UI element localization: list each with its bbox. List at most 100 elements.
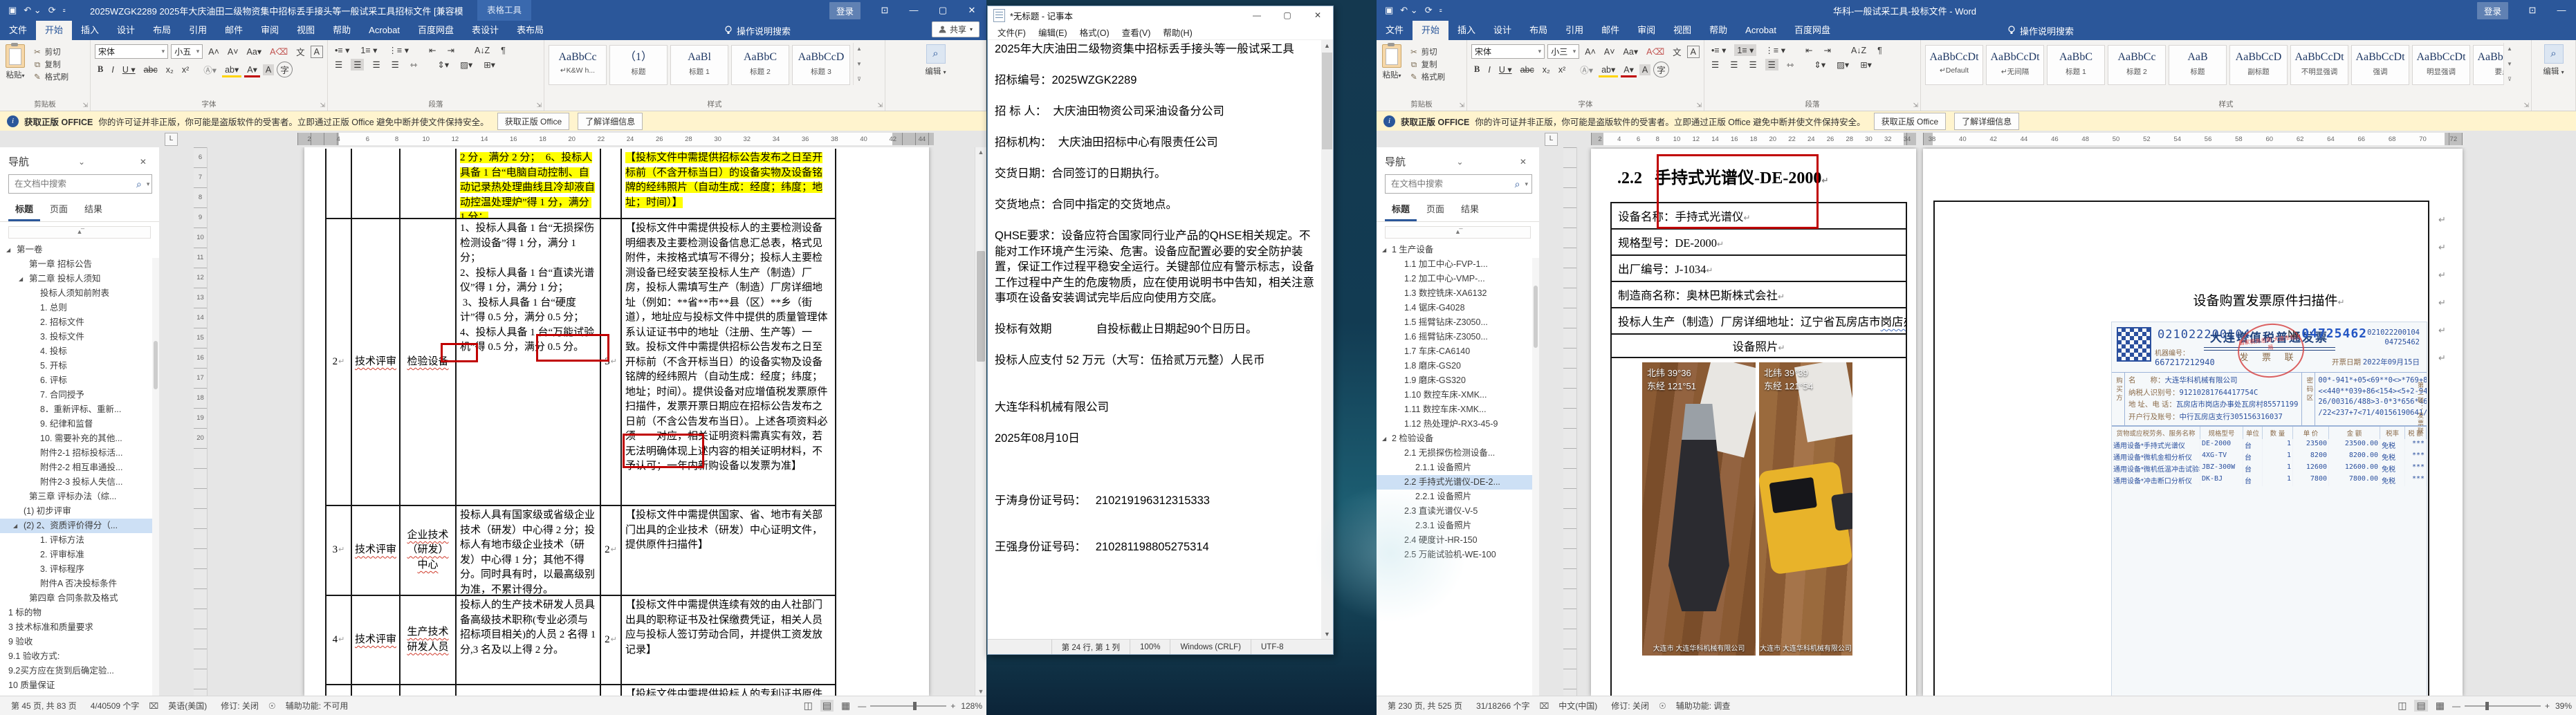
- track-changes-indicator[interactable]: 修订: 关闭: [1604, 700, 1656, 712]
- redo-icon[interactable]: ⟳: [1425, 5, 1433, 16]
- nav-heading-item[interactable]: 附件2-1 招标投标活...: [0, 446, 159, 461]
- tab-selector[interactable]: L: [165, 133, 178, 146]
- increase-indent-button[interactable]: ⇥: [444, 44, 457, 56]
- bold-button[interactable]: B: [95, 64, 106, 75]
- cell-score[interactable]: 3: [601, 219, 622, 505]
- char-border-button[interactable]: A: [310, 45, 323, 58]
- share-button[interactable]: 共享 ▾: [931, 21, 979, 37]
- style-chip[interactable]: AaBbCcDt ↵无间隔: [1986, 45, 2044, 85]
- paste-button[interactable]: 粘贴▾: [1382, 43, 1401, 80]
- menu-item[interactable]: 文件(F): [992, 26, 1031, 39]
- nav-search-box[interactable]: ⌕▾: [1385, 174, 1532, 194]
- ribbon-tab[interactable]: 百度网盘: [1785, 21, 1839, 40]
- bullets-button[interactable]: •≡ ▾: [1709, 44, 1729, 56]
- style-chip[interactable]: AaBbC 标题 2: [731, 45, 789, 85]
- sort-button[interactable]: A↓Z: [472, 45, 493, 56]
- signin-button[interactable]: 登录: [829, 1, 861, 19]
- nav-tab[interactable]: 页面: [43, 199, 75, 221]
- increase-indent-button[interactable]: ⇥: [1821, 44, 1833, 56]
- font-color-button[interactable]: A▾: [244, 64, 260, 75]
- read-mode-icon[interactable]: ◫: [802, 700, 815, 712]
- nav-heading-item[interactable]: 附件2-2 相互串通投...: [0, 461, 159, 475]
- nav-heading-item[interactable]: ◢ 第二章 投标人须知: [0, 272, 159, 286]
- char-border-button[interactable]: A: [1686, 45, 1700, 58]
- cell-review-type[interactable]: 技术评审: [352, 219, 401, 505]
- align-center-button[interactable]: ☰: [1727, 59, 1740, 71]
- cell-score[interactable]: 2: [601, 506, 622, 595]
- search-icon[interactable]: ⌕: [131, 178, 147, 190]
- menu-item[interactable]: 帮助(H): [1157, 26, 1197, 39]
- nav-heading-item[interactable]: 1.11 数控车床-XMK...: [1377, 402, 1539, 417]
- zoom-level[interactable]: 128%: [961, 701, 982, 711]
- nav-heading-item[interactable]: (1) 初步评审: [0, 504, 159, 519]
- evaluation-table[interactable]: 2 分，满分 2 分； 6、投标人具备 1 台“电脑自动控制、自动记录热处理曲线…: [325, 149, 836, 696]
- nav-scrollbar[interactable]: [152, 258, 159, 696]
- styles-down-icon[interactable]: ▼: [2507, 61, 2512, 67]
- nav-heading-item[interactable]: 附件A 否决投标条件: [0, 577, 159, 591]
- cell-scoring-rule[interactable]: 1、投标人具备 1 台“无损探伤检测设备”得 1 分，满分 1 分； 2、投标人…: [457, 219, 601, 505]
- search-input[interactable]: [1386, 179, 1510, 189]
- equipment-row[interactable]: 投标人生产（制造）厂房详细地址：辽宁省瓦房店市岗店办瓦房村↵: [1612, 308, 1906, 335]
- superscript-button[interactable]: x²: [1556, 64, 1568, 75]
- align-center-button[interactable]: ☰: [351, 59, 365, 71]
- cut-button[interactable]: ✂ 剪切: [32, 46, 68, 57]
- menu-item[interactable]: 格式(O): [1074, 26, 1115, 39]
- proofing-icon[interactable]: ⌧: [146, 701, 161, 711]
- nav-heading-item[interactable]: 第四章 合同条款及格式: [0, 591, 159, 606]
- nav-heading-item[interactable]: 10. 需要补充的其他...: [0, 431, 159, 446]
- cell-index[interactable]: 4: [326, 596, 352, 684]
- format-painter-button[interactable]: ✎ 格式刷: [1408, 71, 1445, 82]
- document-page-2[interactable]: 设备购置发票原件扫描件↵ ↵ ↵ ↵ ↵ ↵ ↵ 021022200104 机器编号：…: [1923, 149, 2463, 696]
- nav-heading-item[interactable]: 1.3 数控铣床-XA6132: [1377, 286, 1539, 301]
- print-layout-icon[interactable]: ▤: [2414, 700, 2428, 712]
- show-marks-button[interactable]: ¶: [498, 45, 508, 56]
- find-icon[interactable]: ⌕: [926, 44, 946, 64]
- equipment-photo-left[interactable]: 北纬 39°36 东经 121°51 大连市 大连华科机械有限公司: [1642, 362, 1756, 656]
- invoice-scan[interactable]: 021022200104 机器编号： 667217212940 大连增值税普通发…: [2111, 322, 2427, 696]
- nav-heading-item[interactable]: 5. 开标: [0, 359, 159, 373]
- nav-heading-item[interactable]: 2.2.1 设备照片: [1377, 490, 1539, 504]
- highlight-color-button[interactable]: ab▾: [222, 64, 241, 75]
- equipment-row[interactable]: 规格型号：DE-2000↵: [1612, 230, 1906, 256]
- nav-tab[interactable]: 结果: [77, 199, 109, 221]
- page-indicator[interactable]: 第 230 页, 共 525 页: [1381, 700, 1469, 712]
- para-shading-button[interactable]: ▨▾: [457, 59, 475, 71]
- nav-heading-item[interactable]: 2.3.1 设备照片: [1377, 519, 1539, 533]
- save-icon[interactable]: ▣: [8, 5, 17, 16]
- dialog-launcher-icon[interactable]: ⇲: [536, 102, 542, 109]
- cell-score[interactable]: [601, 685, 622, 696]
- minimize-button[interactable]: —: [1242, 6, 1272, 24]
- ribbon-display-options-icon[interactable]: ⊡: [2518, 0, 2547, 21]
- cell-score[interactable]: [601, 149, 622, 218]
- paste-button[interactable]: 粘贴▾: [6, 43, 25, 80]
- change-case-button[interactable]: Aa▾: [1621, 46, 1641, 57]
- ribbon-tab[interactable]: 表设计: [463, 21, 508, 40]
- italic-button[interactable]: I: [109, 64, 116, 75]
- vertical-ruler[interactable]: 6 7 8 9 10 11 12 13 14 15 16 17 18 19 20: [194, 147, 208, 696]
- nav-heading-item[interactable]: 第一章 招标公告: [0, 257, 159, 272]
- print-layout-icon[interactable]: ▤: [820, 700, 834, 712]
- ribbon-tab[interactable]: 邮件: [1592, 21, 1628, 40]
- bullets-button[interactable]: •≡ ▾: [332, 44, 352, 56]
- nav-heading-item[interactable]: 1.9 磨床-GS320: [1377, 373, 1539, 388]
- nav-heading-item[interactable]: 2.1 无损探伤检测设备...: [1377, 446, 1539, 461]
- multilevel-list-button[interactable]: ⋮≡ ▾: [1762, 44, 1788, 56]
- cell-index[interactable]: 3: [326, 506, 352, 595]
- grow-font-button[interactable]: A˄: [1582, 46, 1599, 57]
- style-chip[interactable]: AaBbCc 标题 2: [2108, 45, 2166, 85]
- nav-heading-item[interactable]: 1.10 数控车床-XMK...: [1377, 388, 1539, 402]
- equipment-row[interactable]: 制造商名称：奥林巴斯株式会社↵: [1612, 282, 1906, 308]
- enclose-char-button[interactable]: 字: [1653, 62, 1669, 77]
- nav-heading-item[interactable]: 第三章 评标办法（综...: [0, 490, 159, 504]
- numbering-button[interactable]: 1≡ ▾: [358, 44, 380, 56]
- ribbon-display-options-icon[interactable]: ⊡: [870, 0, 899, 21]
- styles-down-icon[interactable]: ▼: [856, 61, 862, 67]
- nav-heading-item[interactable]: 1. 总则: [0, 301, 159, 315]
- nav-heading-item[interactable]: 1.8 磨床-GS20: [1377, 359, 1539, 373]
- ribbon-tab[interactable]: Acrobat: [360, 21, 409, 40]
- cell-category[interactable]: 检验设备: [401, 219, 457, 505]
- align-right-button[interactable]: ☰: [1746, 59, 1759, 71]
- zoom-slider[interactable]: — +: [2452, 701, 2550, 711]
- read-mode-icon[interactable]: ◫: [2395, 700, 2409, 712]
- web-layout-icon[interactable]: ▦: [839, 700, 852, 712]
